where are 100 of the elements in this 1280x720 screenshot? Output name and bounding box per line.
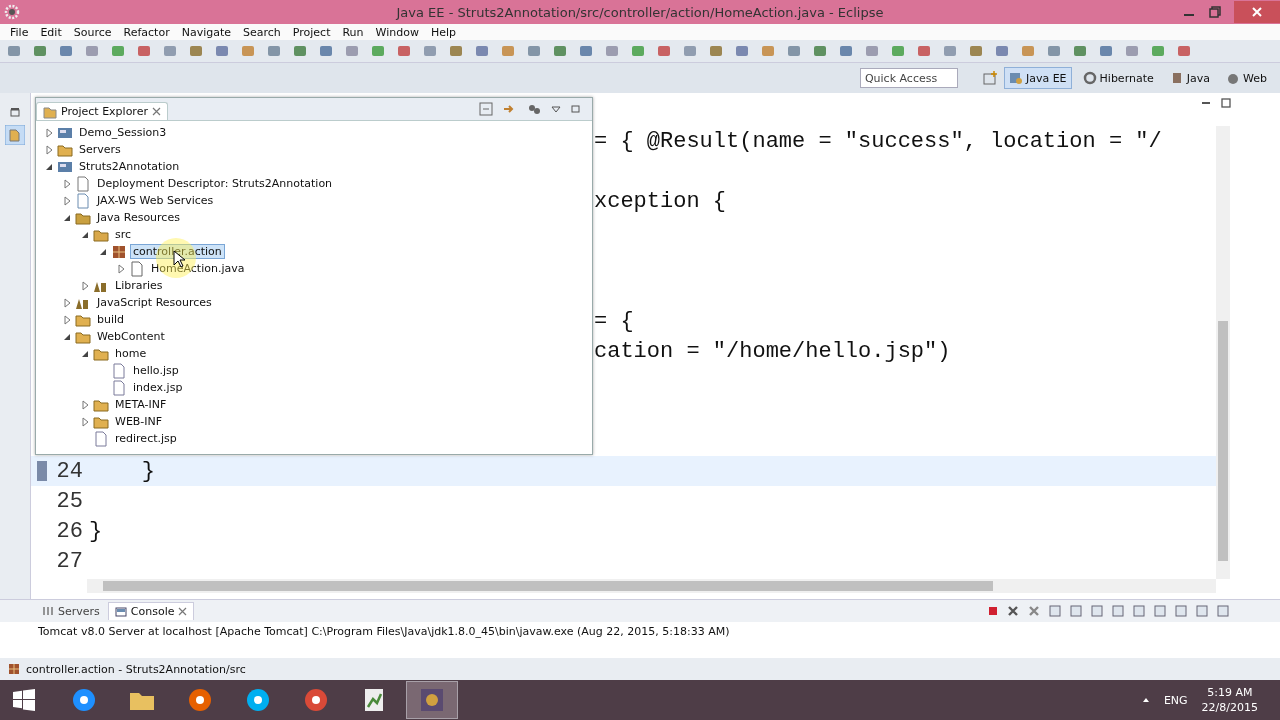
caret-icon[interactable] — [1141, 696, 1150, 704]
toolbar-icon[interactable] — [604, 43, 620, 59]
console-tool-icon[interactable] — [1153, 604, 1167, 618]
stop-icon[interactable] — [987, 605, 999, 617]
view-tab[interactable]: Console — [107, 602, 195, 620]
toolbar-icon[interactable] — [1046, 43, 1062, 59]
console-tool-icon[interactable] — [1174, 604, 1188, 618]
view-tab[interactable]: Servers — [36, 602, 106, 620]
tree-item[interactable]: src — [112, 227, 135, 242]
expand-arrow-icon[interactable] — [116, 263, 126, 274]
clock-date[interactable]: 22/8/2015 — [1201, 700, 1258, 715]
toolbar-icon[interactable] — [656, 43, 672, 59]
expand-arrow-icon[interactable] — [44, 144, 54, 155]
toolbar-icon[interactable] — [838, 43, 854, 59]
toolbar-icon[interactable] — [1072, 43, 1088, 59]
close-button[interactable] — [1234, 1, 1280, 23]
tree-item[interactable]: WebContent — [94, 329, 168, 344]
toolbar-icon[interactable] — [760, 43, 776, 59]
project-explorer-icon[interactable] — [5, 125, 25, 145]
minimize-icon[interactable] — [570, 103, 582, 115]
toolbar-icon[interactable] — [1150, 43, 1166, 59]
toolbar-icon[interactable] — [1124, 43, 1140, 59]
expand-arrow-icon[interactable] — [44, 127, 54, 138]
toolbar-icon[interactable] — [994, 43, 1010, 59]
toolbar-icon[interactable] — [708, 43, 724, 59]
toolbar-icon[interactable] — [422, 43, 438, 59]
toolbar-icon[interactable] — [6, 43, 22, 59]
tree-item[interactable]: WEB-INF — [112, 414, 166, 429]
toolbar-icon[interactable] — [344, 43, 360, 59]
quick-access-field[interactable]: Quick Access — [859, 68, 958, 88]
tree-item[interactable]: JavaScript Resources — [94, 295, 215, 310]
scrollbar[interactable] — [1216, 126, 1230, 579]
view-tab[interactable]: Project Explorer — [36, 102, 168, 120]
toolbar-icon[interactable] — [188, 43, 204, 59]
console-tool-icon[interactable] — [1111, 604, 1125, 618]
menu-item[interactable]: Navigate — [175, 25, 237, 39]
clock-time[interactable]: 5:19 AM — [1207, 685, 1253, 700]
restore-icon[interactable] — [8, 105, 22, 119]
toolbar-icon[interactable] — [630, 43, 646, 59]
console-tool-icon[interactable] — [1216, 604, 1230, 618]
toolbar-icon[interactable] — [214, 43, 230, 59]
perspective-button[interactable]: Java EE — [1003, 67, 1072, 89]
toolbar-icon[interactable] — [812, 43, 828, 59]
tree-item[interactable]: JAX-WS Web Services — [94, 193, 217, 208]
tree-item[interactable]: Servers — [76, 142, 124, 157]
tree-item[interactable]: build — [94, 312, 128, 327]
tree-item[interactable]: index.jsp — [130, 380, 186, 395]
toolbar-icon[interactable] — [1176, 43, 1192, 59]
console-tool-icon[interactable] — [1132, 604, 1146, 618]
expand-arrow-icon[interactable] — [80, 399, 90, 410]
toolbar-icon[interactable] — [552, 43, 568, 59]
tree-item[interactable]: HomeAction.java — [148, 261, 248, 276]
perspective-button[interactable]: Hibernate — [1077, 67, 1159, 89]
open-perspective-icon[interactable] — [981, 70, 998, 86]
expand-arrow-icon[interactable] — [80, 416, 90, 427]
toolbar-icon[interactable] — [396, 43, 412, 59]
tree-item[interactable]: Deployment Descriptor: Struts2Annotation — [94, 176, 336, 191]
console-tool-icon[interactable] — [1069, 604, 1083, 618]
expand-arrow-icon[interactable] — [62, 195, 72, 206]
language-indicator[interactable]: ENG — [1163, 693, 1188, 707]
toolbar-icon[interactable] — [526, 43, 542, 59]
close-icon[interactable] — [1027, 604, 1041, 618]
toolbar-icon[interactable] — [734, 43, 750, 59]
tree-item[interactable]: Demo_Session3 — [76, 125, 170, 140]
toolbar-icon[interactable] — [968, 43, 984, 59]
menu-item[interactable]: Run — [336, 25, 370, 39]
toolbar-icon[interactable] — [890, 43, 906, 59]
menu-item[interactable]: Window — [369, 25, 425, 39]
toolbar-icon[interactable] — [942, 43, 958, 59]
toolbar-icon[interactable] — [370, 43, 386, 59]
tree-item[interactable]: Libraries — [112, 278, 166, 293]
toolbar-icon[interactable] — [916, 43, 932, 59]
menu-item[interactable]: File — [4, 25, 35, 39]
menu-item[interactable]: Source — [67, 25, 118, 39]
maximize-icon[interactable] — [1220, 97, 1232, 109]
menu-item[interactable]: Edit — [34, 25, 68, 39]
tree-item[interactable]: Java Resources — [94, 210, 183, 225]
expand-arrow-icon[interactable] — [62, 178, 72, 189]
toolbar-icon[interactable] — [266, 43, 282, 59]
toolbar-icon[interactable] — [448, 43, 464, 59]
perspective-button[interactable]: Java — [1164, 67, 1215, 89]
toolbar-icon[interactable] — [162, 43, 178, 59]
toolbar-icon[interactable] — [318, 43, 334, 59]
menu-item[interactable]: Search — [237, 25, 287, 39]
close-icon[interactable] — [178, 607, 188, 616]
view-menu-icon[interactable] — [550, 103, 562, 115]
toolbar-icon[interactable] — [32, 43, 48, 59]
tree-item[interactable]: redirect.jsp — [112, 431, 180, 446]
toolbar-icon[interactable] — [292, 43, 308, 59]
toolbar-icon[interactable] — [58, 43, 74, 59]
tree-item[interactable]: META-INF — [112, 397, 170, 412]
toolbar-icon[interactable] — [578, 43, 594, 59]
tree-item[interactable]: hello.jsp — [130, 363, 182, 378]
close-icon[interactable] — [151, 107, 161, 116]
collapse-all-icon[interactable] — [478, 101, 494, 117]
menu-item[interactable]: Refactor — [117, 25, 176, 39]
toolbar-icon[interactable] — [682, 43, 698, 59]
tree-item[interactable]: home — [112, 346, 150, 361]
menu-item[interactable]: Project — [286, 25, 337, 39]
menu-item[interactable]: Help — [424, 25, 462, 39]
